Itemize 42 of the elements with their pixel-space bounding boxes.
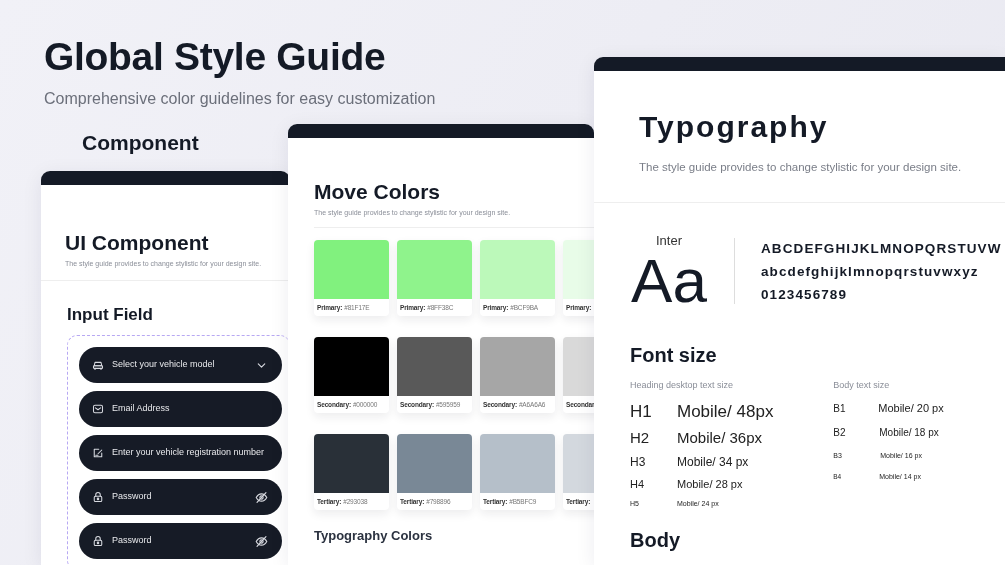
panel-title: UI Component bbox=[65, 230, 210, 256]
input-field[interactable]: Password bbox=[79, 479, 282, 516]
section-label: Component bbox=[82, 130, 199, 156]
input-field[interactable]: Enter your vehicle registration number bbox=[79, 435, 282, 472]
panel-description: The style guide provides to change stylistic for your design site. bbox=[639, 160, 963, 175]
size-text: Mobile/ 18 px bbox=[879, 427, 939, 440]
heading-tag: H4 bbox=[630, 478, 677, 492]
page-title: Global Style Guide bbox=[44, 34, 386, 80]
section-title: Typography Colors bbox=[314, 527, 434, 544]
hidden-eye-icon bbox=[255, 490, 268, 504]
input-field[interactable]: Email Address bbox=[79, 391, 282, 428]
heading-tag: H3 bbox=[630, 454, 677, 470]
select-field[interactable]: Select your vehicle model bbox=[79, 347, 282, 384]
body-tag: B1 bbox=[833, 402, 879, 415]
font-name: Inter bbox=[656, 232, 682, 251]
column-label: Heading desktop text size bbox=[630, 378, 735, 392]
size-text: Mobile/ 34 px bbox=[677, 454, 749, 470]
mail-icon bbox=[92, 403, 104, 416]
heading-tag: H1 bbox=[630, 402, 677, 423]
lock-icon bbox=[92, 491, 104, 504]
edit-icon bbox=[92, 447, 104, 460]
size-text: Mobile/ 48px bbox=[677, 402, 774, 423]
size-text: Mobile/ 36px bbox=[677, 428, 763, 447]
page-subtitle: Comprehensive color guidelines for easy customization bbox=[44, 89, 436, 109]
section-title: Body bbox=[630, 528, 681, 551]
lock-icon bbox=[92, 535, 104, 548]
body-tag: B2 bbox=[833, 427, 880, 440]
input-field[interactable]: Password bbox=[79, 523, 282, 560]
size-text: Mobile/ 20 px bbox=[878, 402, 944, 416]
glyph-line: 0123456789 bbox=[761, 285, 849, 304]
heading-tag: H2 bbox=[630, 428, 677, 447]
panel-title: Typography bbox=[639, 109, 830, 145]
car-icon bbox=[92, 359, 104, 372]
glyph-line: abcdefghijklmnopqrstuvwxyz bbox=[761, 262, 980, 281]
panel-title: Move Colors bbox=[314, 179, 442, 205]
glyph-line: ABCDEFGHIJKLMNOPQRSTUVW bbox=[761, 239, 1002, 258]
section-title: Font size bbox=[630, 342, 718, 367]
column-label: Body text size bbox=[833, 378, 891, 392]
size-text: Mobile/ 28 px bbox=[677, 478, 743, 492]
hidden-eye-icon bbox=[255, 534, 268, 548]
section-title: Input Field bbox=[67, 304, 154, 326]
font-sample: Aa bbox=[631, 250, 707, 311]
